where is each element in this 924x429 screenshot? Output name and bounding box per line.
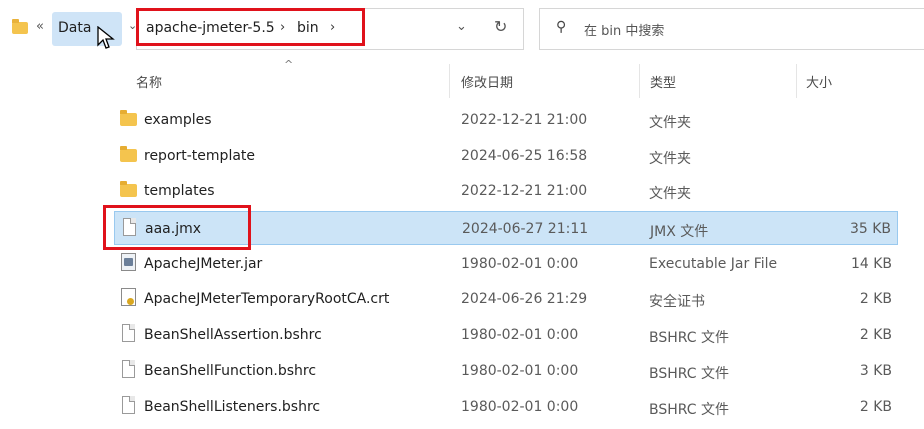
file-type: 文件夹: [649, 151, 691, 167]
file-modified: 2024-06-27 21:11: [462, 221, 589, 237]
file-size: 2 KB: [859, 327, 892, 343]
file-icon: [122, 396, 135, 414]
file-type: Executable Jar File: [649, 256, 778, 272]
path-annotation-box: [136, 8, 365, 46]
file-size: 3 KB: [859, 363, 892, 379]
column-divider[interactable]: [449, 64, 450, 98]
file-icon: [122, 360, 135, 378]
address-toolbar: « Data ⌄ apache-jmeter-5.5 › bin › ⌄ ↻ ⚲…: [0, 0, 924, 60]
file-type: 文件夹: [649, 186, 691, 202]
file-modified: 1980-02-01 0:00: [461, 363, 579, 379]
file-type: BSHRC 文件: [649, 366, 730, 382]
address-history-dropdown-icon[interactable]: ⌄: [456, 19, 467, 34]
refresh-icon[interactable]: ↻: [494, 17, 507, 36]
file-name: ApacheJMeterTemporaryRootCA.crt: [144, 291, 390, 307]
file-size: 35 KB: [849, 221, 891, 237]
file-icon: [122, 324, 135, 342]
folder-icon: [120, 110, 137, 126]
file-size: 14 KB: [850, 256, 892, 272]
file-name: BeanShellFunction.bshrc: [144, 363, 317, 379]
table-row[interactable]: ApacheJMeter.jar 1980-02-01 0:00 Executa…: [114, 247, 898, 281]
file-annotation-box: [103, 205, 251, 250]
table-row[interactable]: report-template 2024-06-25 16:58 文件夹: [114, 139, 898, 173]
file-name: ApacheJMeter.jar: [144, 256, 263, 272]
column-divider[interactable]: [639, 64, 640, 98]
certificate-icon: [121, 288, 136, 306]
file-size: 2 KB: [859, 399, 892, 415]
column-header-size[interactable]: 大小: [806, 72, 832, 91]
table-row[interactable]: BeanShellFunction.bshrc 1980-02-01 0:00 …: [114, 354, 898, 388]
table-row[interactable]: examples 2022-12-21 21:00 文件夹: [114, 103, 898, 137]
file-type: 文件夹: [649, 115, 691, 131]
table-row[interactable]: BeanShellListeners.bshrc 1980-02-01 0:00…: [114, 390, 898, 424]
search-icon: ⚲: [556, 19, 567, 35]
file-modified: 2022-12-21 21:00: [461, 183, 588, 199]
column-header-name[interactable]: 名称: [136, 72, 162, 91]
file-modified: 1980-02-01 0:00: [461, 399, 579, 415]
breadcrumb-overflow[interactable]: «: [36, 19, 44, 34]
file-modified: 2024-06-25 16:58: [461, 148, 588, 164]
file-explorer-window: « Data ⌄ apache-jmeter-5.5 › bin › ⌄ ↻ ⚲…: [0, 0, 924, 429]
table-row[interactable]: ApacheJMeterTemporaryRootCA.crt 2024-06-…: [114, 282, 898, 316]
file-modified: 2022-12-21 21:00: [461, 112, 588, 128]
column-divider[interactable]: [796, 64, 797, 98]
column-header-type[interactable]: 类型: [650, 72, 676, 91]
mouse-cursor-icon: [97, 26, 115, 49]
file-modified: 1980-02-01 0:00: [461, 256, 579, 272]
column-header-modified[interactable]: 修改日期: [461, 72, 513, 91]
file-type: 安全证书: [649, 294, 705, 310]
sort-ascending-icon: ^: [284, 58, 294, 71]
file-name: templates: [144, 183, 215, 199]
file-type: JMX 文件: [650, 224, 709, 240]
file-type: BSHRC 文件: [649, 402, 730, 418]
file-modified: 2024-06-26 21:29: [461, 291, 588, 307]
file-name: BeanShellAssertion.bshrc: [144, 327, 322, 343]
breadcrumb-data-label: Data: [58, 20, 92, 36]
folder-icon: [120, 181, 137, 197]
file-type: BSHRC 文件: [649, 330, 730, 346]
table-row[interactable]: BeanShellAssertion.bshrc 1980-02-01 0:00…: [114, 318, 898, 352]
file-modified: 1980-02-01 0:00: [461, 327, 579, 343]
folder-icon: [120, 146, 137, 162]
file-name: BeanShellListeners.bshrc: [144, 399, 321, 415]
folder-icon: [12, 19, 28, 34]
file-name: report-template: [144, 148, 256, 164]
search-placeholder: 在 bin 中搜索: [584, 24, 665, 39]
file-size: 2 KB: [859, 291, 892, 307]
file-name: examples: [144, 112, 212, 128]
jar-icon: [121, 253, 136, 271]
table-row[interactable]: templates 2022-12-21 21:00 文件夹: [114, 174, 898, 208]
